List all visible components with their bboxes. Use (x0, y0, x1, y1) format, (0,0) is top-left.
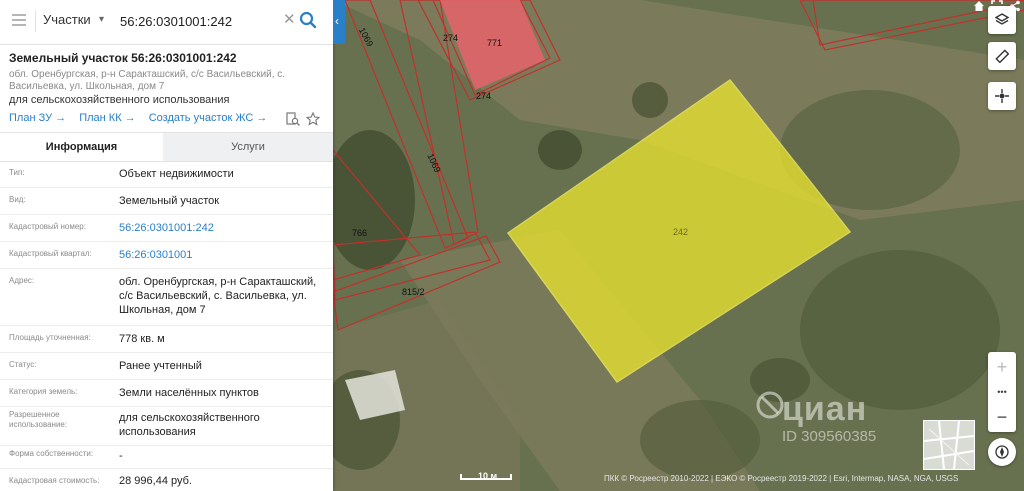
document-search-icon[interactable] (286, 112, 300, 126)
parcel-label: 815/2 (402, 287, 425, 297)
home-icon[interactable] (973, 0, 985, 12)
link-create-parcel[interactable]: Создать участок ЖС → (149, 112, 268, 124)
locate-button[interactable] (988, 82, 1016, 110)
link-plan-zu[interactable]: План ЗУ → (9, 112, 66, 124)
tab-services[interactable]: Услуги (163, 133, 333, 161)
prop-label: Тип: (9, 168, 25, 177)
prop-label: Кадастровый квартал: (9, 249, 92, 258)
prop-label: Кадастровый номер: (9, 222, 86, 231)
minimap-roads (924, 421, 974, 469)
layers-icon (995, 13, 1009, 25)
object-links: План ЗУ → План КК → Создать участок ЖС → (9, 112, 277, 124)
map-attribution: ПКК © Росреестр 2010-2022 | ЕЭКО © Росре… (604, 474, 959, 483)
info-panel: Участки ▾ ✕ Земельный участок 56:26:0301… (0, 0, 333, 491)
prop-row: Площадь уточненная: 778 кв. м (0, 326, 333, 353)
prop-value: Земли населённых пунктов (119, 387, 259, 399)
prop-value: обл. Оренбургская, р-н Саракташский, с/с… (119, 276, 317, 316)
prop-value: для сельскохозяйственного использования (119, 412, 260, 438)
prop-value: Земельный участок (119, 195, 220, 207)
prop-row: Форма собственности: - (0, 446, 333, 469)
panel-tabs: Информация Услуги (0, 132, 333, 162)
object-address: обл. Оренбургская, р-н Саракташский, с/с… (9, 69, 286, 92)
search-input[interactable] (120, 8, 280, 34)
prop-row: Статус: Ранее учтенный (0, 353, 333, 380)
prop-row: Кадастровая стоимость: 28 996,44 руб. (0, 469, 333, 491)
prop-value: - (119, 450, 123, 462)
prop-label: Адрес: (9, 276, 35, 285)
prop-label: Площадь уточненная: (9, 333, 91, 342)
parcel-label: 274 (443, 33, 459, 43)
cadastral-number-link[interactable]: 56:26:0301001:242 (119, 221, 324, 235)
parcel-label: 771 (487, 38, 503, 48)
object-use: для сельскохозяйственного использования (9, 94, 230, 106)
prop-label: Разрешенное использование: (9, 410, 68, 429)
chevron-down-icon[interactable]: ▾ (99, 14, 104, 25)
object-title: Земельный участок 56:26:0301001:242 (9, 51, 237, 65)
layers-button[interactable] (988, 6, 1016, 34)
prop-value: 778 кв. м (119, 333, 165, 345)
menu-icon[interactable] (12, 14, 26, 26)
prop-label: Кадастровая стоимость: (9, 476, 100, 485)
clear-icon[interactable]: ✕ (283, 11, 296, 29)
prop-row: Тип: Объект недвижимости (0, 161, 333, 188)
tab-info[interactable]: Информация (0, 133, 163, 161)
prop-label: Вид: (9, 195, 26, 204)
zoom-control: + ••• − (988, 352, 1016, 432)
chevron-left-icon: ‹ (335, 14, 339, 28)
minimap[interactable] (923, 420, 975, 470)
collapse-panel-button[interactable]: ‹ (333, 0, 345, 44)
scale-label: 10 м (478, 471, 498, 481)
link-plan-kk[interactable]: План КК → (79, 112, 135, 124)
layer-select[interactable]: Участки (43, 12, 91, 27)
compass-button[interactable] (988, 438, 1016, 466)
parcel-label: 766 (352, 228, 368, 238)
prop-row: Категория земель: Земли населённых пункт… (0, 380, 333, 407)
star-icon[interactable] (306, 112, 320, 126)
watermark-logo-text: циан (782, 390, 868, 428)
prop-label: Статус: (9, 360, 37, 369)
measure-button[interactable] (988, 42, 1016, 70)
prop-label: Форма собственности: (9, 449, 94, 458)
prop-row: Разрешенное использование: для сельскохо… (0, 407, 333, 446)
crosshair-icon (995, 89, 1009, 103)
search-icon[interactable] (298, 10, 318, 30)
prop-value: Ранее учтенный (119, 360, 202, 372)
divider (35, 10, 36, 32)
zoom-out-button[interactable]: − (988, 404, 1016, 430)
prop-value: Объект недвижимости (119, 168, 234, 180)
parcel-label: 274 (476, 91, 492, 101)
prop-row: Кадастровый номер: 56:26:0301001:242 (0, 215, 333, 242)
zoom-in-button[interactable]: + (988, 354, 1016, 380)
parcel-label-selected: 242 (673, 227, 689, 237)
watermark-id: ID 309560385 (782, 428, 877, 445)
more-button[interactable]: ••• (988, 379, 1016, 405)
prop-row: Вид: Земельный участок (0, 188, 333, 215)
prop-row: Кадастровый квартал: 56:26:0301001 (0, 242, 333, 269)
prop-value: 28 996,44 руб. (119, 475, 192, 487)
ruler-icon (995, 49, 1009, 63)
cadastral-quarter-link[interactable]: 56:26:0301001 (119, 248, 324, 262)
prop-label: Категория земель: (9, 387, 78, 396)
prop-row: Адрес: обл. Оренбургская, р-н Саракташск… (0, 269, 333, 326)
search-bar: Участки ▾ ✕ (0, 0, 333, 45)
compass-icon (995, 445, 1009, 459)
